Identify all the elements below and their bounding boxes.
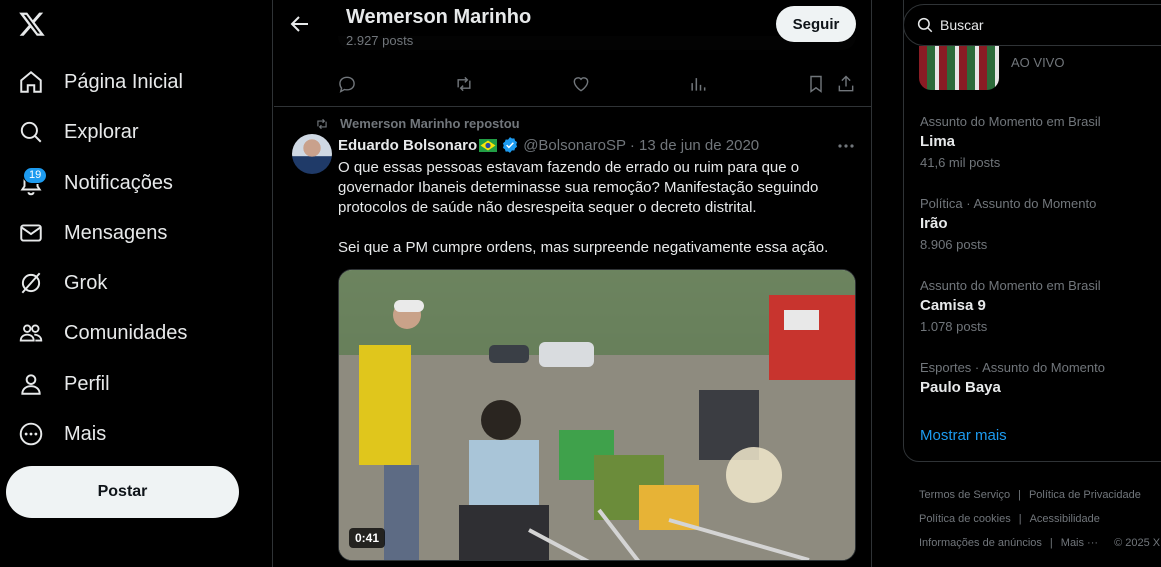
trend-count: 1.078 posts (920, 319, 988, 334)
video-duration: 0:41 (349, 528, 386, 548)
nav-item-label: Mais (64, 422, 107, 445)
nav-item-label: Página Inicial (64, 70, 183, 93)
post-count: 2.927 posts (346, 33, 414, 48)
page-title: Wemerson Marinho (346, 6, 532, 28)
ads-info-link[interactable]: Informações de anúncios (919, 537, 1042, 549)
tweet-header: Eduardo Bolsonaro @BolsonaroSP · 13 de j… (338, 136, 759, 154)
post-button[interactable]: Postar (6, 466, 239, 518)
author-handle-date[interactable]: @BolsonaroSP · 13 de jun de 2020 (523, 137, 759, 154)
avatar[interactable] (292, 134, 332, 174)
nav-item-communities[interactable]: Comunidades (18, 313, 187, 353)
nav-item-home[interactable]: Página Inicial (18, 62, 183, 102)
grok-icon (18, 270, 44, 296)
trend-item[interactable]: Assunto do Momento em Brasil Lima 41,6 m… (920, 114, 1150, 170)
footer-more-link[interactable]: Mais ··· (1061, 537, 1098, 549)
privacy-link[interactable]: Política de Privacidade (1029, 489, 1141, 501)
trend-count: 8.906 posts (920, 237, 988, 252)
trend-context: Esportes · Assunto do Momento (920, 360, 1105, 375)
share-icon[interactable] (836, 74, 856, 94)
views-icon[interactable] (688, 74, 708, 94)
trend-title: Paulo Baya (920, 379, 1001, 396)
trend-context: Assunto do Momento em Brasil (920, 278, 1101, 293)
copyright: © 2025 X Corp. (1114, 537, 1161, 549)
bookmark-icon[interactable] (806, 74, 826, 94)
author-name[interactable]: Eduardo Bolsonaro (338, 137, 477, 154)
tweet-paragraph: O que essas pessoas estavam fazendo de e… (338, 159, 819, 216)
left-navigation: Página Inicial Explorar 19 Notificações … (0, 0, 273, 567)
home-icon (18, 69, 44, 95)
nav-item-messages[interactable]: Mensagens (18, 213, 167, 253)
terms-link[interactable]: Termos de Serviço (919, 489, 1010, 501)
divider (274, 106, 871, 107)
nav-item-label: Comunidades (64, 321, 188, 344)
profile-icon (18, 371, 44, 397)
communities-icon (18, 320, 44, 346)
search-bar[interactable] (903, 4, 1161, 46)
trend-item[interactable]: Esportes · Assunto do Momento Paulo Baya (920, 360, 1150, 396)
back-arrow-icon[interactable] (288, 12, 312, 36)
nav-item-explore[interactable]: Explorar (18, 112, 138, 152)
search-icon (917, 17, 933, 33)
nav-item-label: Explorar (64, 120, 139, 143)
profile-header: Wemerson Marinho 2.927 posts Seguir (274, 0, 871, 50)
trend-title: Lima (920, 133, 956, 150)
mail-icon (18, 220, 44, 246)
nav-item-more[interactable]: Mais (18, 414, 106, 454)
brazil-flag-icon (479, 138, 498, 152)
nav-item-grok[interactable]: Grok (18, 263, 107, 303)
tweet-actions (274, 70, 871, 100)
trend-item[interactable]: Assunto do Momento em Brasil Camisa 9 1.… (920, 278, 1150, 334)
nav-item-label: Notificações (64, 171, 173, 194)
tweet-paragraph: Sei que a PM cumpre ordens, mas surpreen… (338, 239, 829, 256)
footer-links: Termos de Serviço | Política de Privacidad… (919, 483, 1161, 555)
more-options-icon[interactable] (836, 138, 856, 154)
trend-title: Irão (920, 215, 948, 232)
trend-context: Política · Assunto do Momento (920, 196, 1097, 211)
search-icon (18, 119, 44, 145)
notification-badge: 19 (23, 167, 48, 184)
x-logo-icon[interactable] (18, 10, 48, 40)
accessibility-link[interactable]: Acessibilidade (1030, 513, 1100, 525)
live-label: AO VIVO (1011, 55, 1065, 70)
trend-item[interactable]: Política · Assunto do Momento Irão 8.906… (920, 196, 1150, 252)
follow-button[interactable]: Seguir (776, 6, 856, 42)
main-timeline: Wemerson Marinho 2.927 posts Seguir Weme… (274, 0, 872, 567)
like-icon[interactable] (571, 74, 591, 94)
reply-icon[interactable] (337, 74, 357, 94)
nav-item-label: Perfil (64, 372, 110, 395)
repost-small-icon (317, 118, 327, 129)
nav-item-notifications[interactable]: 19 Notificações (18, 163, 173, 203)
right-sidebar: AO VIVO Assunto do Momento em Brasil Lim… (873, 0, 1161, 567)
trend-context: Assunto do Momento em Brasil (920, 114, 1101, 129)
live-thumbnail[interactable] (919, 46, 999, 90)
video-player[interactable]: 0:41 (338, 269, 856, 561)
trend-title: Camisa 9 (920, 297, 986, 314)
video-frame (339, 270, 855, 560)
repost-indicator: Wemerson Marinho repostou (314, 116, 520, 131)
repost-icon[interactable] (454, 74, 474, 94)
nav-item-label: Mensagens (64, 221, 168, 244)
bell-icon: 19 (18, 167, 48, 196)
show-more-link[interactable]: Mostrar mais (920, 427, 1007, 444)
nav-item-profile[interactable]: Perfil (18, 364, 110, 404)
tweet-text: O que essas pessoas estavam fazendo de e… (338, 158, 838, 278)
search-input[interactable] (940, 17, 1140, 33)
repost-label: Wemerson Marinho repostou (340, 116, 520, 131)
nav-item-label: Grok (64, 271, 108, 294)
more-circle-icon (18, 421, 44, 447)
trend-count: 41,6 mil posts (920, 155, 1001, 170)
cookies-link[interactable]: Política de cookies (919, 513, 1011, 525)
verified-badge-icon (503, 137, 518, 153)
